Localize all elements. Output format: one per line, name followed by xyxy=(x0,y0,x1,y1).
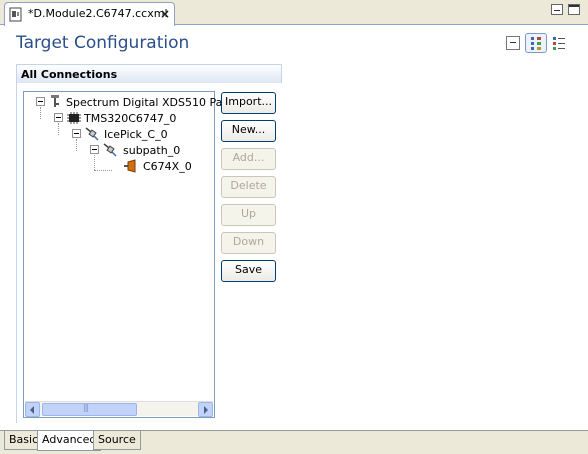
collapse-node-icon[interactable] xyxy=(72,129,81,138)
collapse-node-icon[interactable] xyxy=(54,113,63,122)
probe-icon xyxy=(51,95,59,107)
maximize-icon[interactable] xyxy=(568,4,580,15)
collapse-all-icon[interactable] xyxy=(506,36,520,50)
horizontal-scrollbar[interactable] xyxy=(25,401,213,417)
close-icon[interactable]: × xyxy=(160,7,170,21)
editor-tab-strip: *D.Module2.C6747.ccxml × xyxy=(0,0,588,26)
tree-node-router[interactable]: IcePick_C_0 xyxy=(24,126,214,142)
minimize-icon[interactable] xyxy=(551,4,563,15)
scroll-thumb[interactable] xyxy=(42,403,137,416)
section-header: All Connections xyxy=(16,64,282,83)
tree-node-label: Spectrum Digital XDS510 Parall xyxy=(66,96,240,109)
config-file-icon xyxy=(9,7,22,22)
chip-icon xyxy=(67,112,81,124)
tree-node-label: C674X_0 xyxy=(143,160,192,173)
collapse-node-icon[interactable] xyxy=(90,145,99,154)
tree-node-label: IcePick_C_0 xyxy=(104,128,168,141)
tree-node-device[interactable]: TMS320C6747_0 xyxy=(24,110,214,126)
tree-layout-icon xyxy=(531,37,541,50)
tree-node-label: subpath_0 xyxy=(123,144,181,157)
collapse-node-icon[interactable] xyxy=(36,97,45,106)
tree-node-debug-probe[interactable]: Spectrum Digital XDS510 Parall xyxy=(24,94,240,110)
down-button[interactable]: Down xyxy=(221,232,276,254)
list-layout-icon xyxy=(553,37,565,50)
connections-tree[interactable]: Spectrum Digital XDS510 Parall TMS320C67… xyxy=(23,91,240,418)
router-icon xyxy=(103,143,117,157)
scroll-right-icon[interactable] xyxy=(198,402,213,417)
tab-source[interactable]: Source xyxy=(93,431,141,450)
add-button[interactable]: Add... xyxy=(221,148,276,170)
section-title: All Connections xyxy=(21,68,118,81)
scroll-left-icon[interactable] xyxy=(25,402,40,417)
list-view-toggle[interactable] xyxy=(551,35,567,51)
editor-tab[interactable]: *D.Module2.C6747.ccxml × xyxy=(4,2,175,26)
router-icon xyxy=(85,127,99,141)
tree-node-cpu[interactable]: C674X_0 xyxy=(24,158,214,174)
new-button[interactable]: New... xyxy=(221,120,276,142)
page-title: Target Configuration xyxy=(16,33,190,53)
cpu-core-icon xyxy=(124,159,136,173)
tree-node-label: TMS320C6747_0 xyxy=(84,112,177,125)
editor-page-tabs: Basic Advanced Source xyxy=(0,430,588,454)
import-button[interactable]: Import... xyxy=(221,92,276,114)
delete-button[interactable]: Delete xyxy=(221,176,276,198)
editor-tab-label: *D.Module2.C6747.ccxml xyxy=(28,7,168,20)
tab-advanced[interactable]: Advanced xyxy=(37,431,102,451)
save-button[interactable]: Save xyxy=(221,260,276,282)
tree-view-toggle[interactable] xyxy=(525,33,547,53)
up-button[interactable]: Up xyxy=(221,204,276,226)
tree-node-subpath[interactable]: subpath_0 xyxy=(24,142,214,158)
